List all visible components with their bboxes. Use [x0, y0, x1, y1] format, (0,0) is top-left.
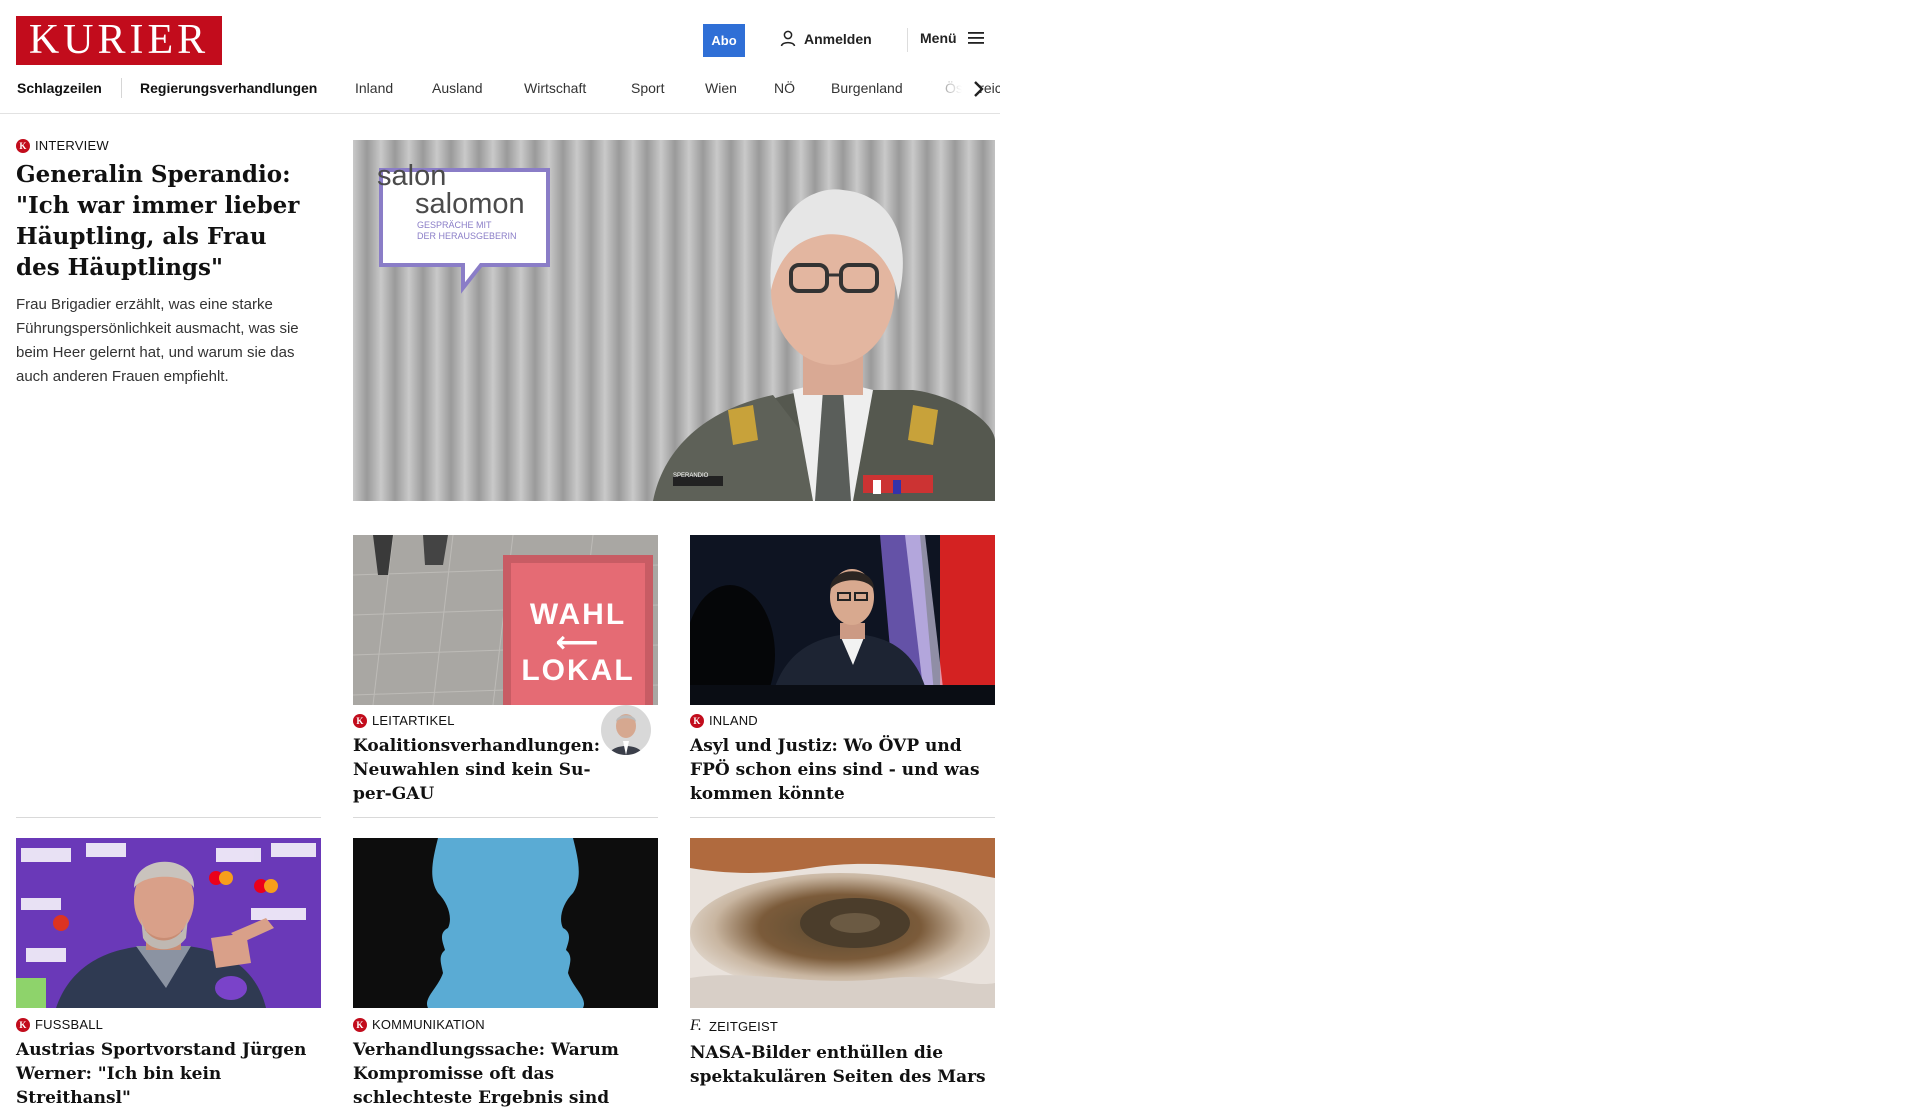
nav-divider	[121, 78, 122, 98]
press-conference-photo	[690, 535, 995, 705]
football-press-photo	[16, 838, 321, 1008]
nav-item-wirtschaft[interactable]: Wirtschaft	[524, 80, 586, 96]
card-image-kommunikation[interactable]	[353, 838, 658, 1008]
card-leitartikel[interactable]: K Leitartikel Koalitionsverhandlungen: N…	[353, 713, 600, 806]
card-kicker-label: Leitartikel	[372, 713, 455, 728]
nav-item-inland[interactable]: Inland	[355, 80, 393, 96]
divider	[690, 817, 995, 818]
lead-headline[interactable]: Generalin Sperandio: "Ich war immer lieb…	[16, 159, 318, 283]
hamburger-icon	[967, 32, 984, 44]
salon-line4: DER HERAUSGEBERIN	[417, 231, 517, 241]
kurier-logo[interactable]: KURIER	[16, 16, 222, 65]
nav-item-sport[interactable]: Sport	[631, 80, 664, 96]
kurier-k-icon: K	[16, 1017, 30, 1032]
profile-faces-illustration	[353, 838, 658, 1008]
kurier-k-icon: K	[690, 713, 704, 728]
menu-button[interactable]: Menü	[920, 30, 985, 46]
kurier-k-icon: K	[353, 1017, 367, 1032]
lead-kicker-label: Interview	[35, 138, 109, 153]
chevron-right-icon[interactable]	[966, 77, 990, 101]
site-header: KURIER Abo Anmelden Menü Schlagzeilen Re…	[0, 0, 1000, 114]
section-nav: Schlagzeilen Regierungsverhandlungen Inl…	[0, 76, 1000, 102]
card-fussball[interactable]: K Fussball Austrias Sportvorstand Jürgen…	[16, 1017, 321, 1110]
card-kicker: K Inland	[690, 713, 995, 728]
card-image-zeitgeist[interactable]	[690, 838, 995, 1008]
salon-line3: GESPRÄCHE MIT	[417, 220, 492, 230]
divider	[16, 817, 321, 818]
arrow-left-icon: ⟵	[555, 626, 601, 659]
lead-teaser: Frau Brigadier erzählt, was eine starke …	[16, 296, 299, 385]
salon-line1: salon	[377, 160, 447, 192]
feuilleton-f-icon: f.	[690, 1017, 703, 1034]
sign-lokal: LOKAL	[521, 654, 635, 687]
salon-badge-text: salon salomon GESPRÄCHE MIT DER HERAUSGE…	[377, 162, 525, 242]
card-headline[interactable]: NASA-Bilder enthüllen die spekta­kulären…	[690, 1041, 995, 1089]
wahllokal-sign: WAHL ⟵ LOKAL	[511, 597, 645, 689]
user-icon	[780, 30, 796, 47]
kurier-k-icon: K	[16, 138, 30, 153]
card-kicker-label: Inland	[709, 713, 758, 728]
nav-item-burgenland[interactable]: Burgenland	[831, 80, 903, 96]
nav-item-regierungsverhandlungen[interactable]: Regierungsverhandlungen	[140, 80, 317, 96]
divider	[353, 817, 658, 818]
login-label: Anmelden	[804, 30, 872, 47]
salon-line2: salomon	[415, 188, 525, 220]
card-kicker-label: Zeitgeist	[709, 1018, 778, 1034]
card-kicker: K Kommunikation	[353, 1017, 658, 1032]
mars-photo	[690, 838, 995, 1008]
nav-item-schlagzeilen[interactable]: Schlagzeilen	[17, 80, 102, 96]
card-headline[interactable]: Verhandlungssache: Warum Kom­promisse of…	[353, 1038, 658, 1110]
card-zeitgeist[interactable]: f. Zeitgeist NASA-Bilder enthüllen die s…	[690, 1017, 995, 1089]
author-photo	[601, 705, 651, 755]
card-image-fussball[interactable]	[16, 838, 321, 1008]
menu-label: Menü	[920, 30, 957, 46]
card-kicker-label: Kommunikation	[372, 1017, 485, 1032]
card-headline[interactable]: Austrias Sportvorstand Jürgen Werner: "I…	[16, 1038, 321, 1110]
author-avatar[interactable]	[601, 705, 651, 755]
card-kommunikation[interactable]: K Kommunikation Verhandlungssache: Warum…	[353, 1017, 658, 1110]
lead-kicker: K Interview	[16, 138, 318, 153]
nav-item-wien[interactable]: Wien	[705, 80, 737, 96]
header-divider	[907, 28, 908, 52]
card-kicker: K Fussball	[16, 1017, 321, 1032]
nav-item-ausland[interactable]: Ausland	[432, 80, 483, 96]
nav-item-noe[interactable]: NÖ	[774, 80, 795, 96]
card-image-wahl[interactable]: WAHL ⟵ LOKAL	[353, 535, 658, 705]
card-image-inland[interactable]	[690, 535, 995, 705]
kurier-k-icon: K	[353, 713, 367, 728]
abo-button[interactable]: Abo	[703, 24, 745, 57]
lead-image[interactable]: salon salomon GESPRÄCHE MIT DER HERAUSGE…	[353, 140, 995, 501]
card-headline[interactable]: Asyl und Justiz: Wo ÖVP und FPÖ schon ei…	[690, 734, 995, 806]
card-kicker: K Leitartikel	[353, 713, 598, 728]
name-tag: SPERANDIO	[673, 473, 709, 479]
card-kicker-label: Fussball	[35, 1017, 104, 1032]
login-button[interactable]: Anmelden	[780, 30, 872, 47]
card-headline[interactable]: Koalitionsverhandlungen: Neuwahlen sind …	[353, 734, 600, 806]
card-inland[interactable]: K Inland Asyl und Justiz: Wo ÖVP und FPÖ…	[690, 713, 995, 806]
lead-article[interactable]: K Interview Generalin Sperandio: "Ich wa…	[16, 138, 318, 389]
card-kicker: f. Zeitgeist	[690, 1017, 995, 1035]
